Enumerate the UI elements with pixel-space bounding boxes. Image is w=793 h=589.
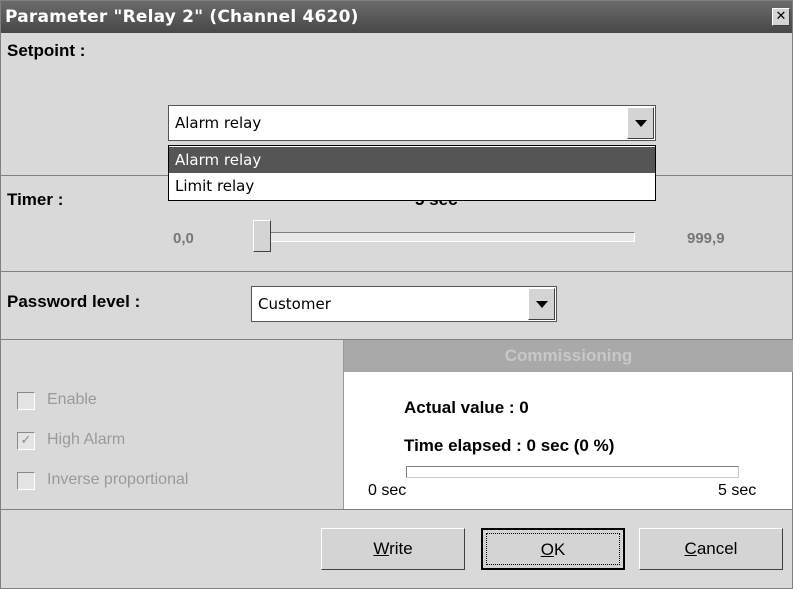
enable-checkbox[interactable] xyxy=(17,392,35,410)
password-level-select[interactable]: Customer xyxy=(251,286,557,322)
chevron-down-icon xyxy=(634,120,647,127)
setpoint-label: Setpoint : xyxy=(7,41,86,60)
timer-slider-thumb[interactable] xyxy=(253,220,271,252)
password-level-label: Password level : xyxy=(7,292,141,311)
setpoint-option-limit-relay[interactable]: Limit relay xyxy=(169,173,655,199)
cancel-mnemonic: C xyxy=(684,539,697,558)
enable-label: Enable xyxy=(47,391,97,408)
button-bar: Write OK Cancel xyxy=(1,509,792,588)
write-button[interactable]: Write xyxy=(321,528,465,570)
write-label-rest: rite xyxy=(389,539,413,558)
parameter-dialog: Parameter "Relay 2" (Channel 4620) ✕ Set… xyxy=(0,0,793,589)
high-alarm-checkbox[interactable]: ✓ xyxy=(17,432,35,450)
setpoint-dropdown-button[interactable] xyxy=(627,107,654,139)
setpoint-option-alarm-relay[interactable]: Alarm relay xyxy=(169,147,655,173)
high-alarm-label: High Alarm xyxy=(47,431,126,448)
ok-button[interactable]: OK xyxy=(481,528,625,570)
time-elapsed-text: Time elapsed : 0 sec (0 %) xyxy=(404,436,615,455)
progress-end-label: 5 sec xyxy=(718,482,757,499)
timer-min-label: 0,0 xyxy=(173,230,194,247)
setpoint-dropdown-list: Alarm relay Limit relay xyxy=(168,145,656,201)
commissioning-panel: Commissioning Actual value : 0 Time elap… xyxy=(343,340,793,509)
setpoint-selected-value: Alarm relay xyxy=(175,114,262,132)
password-section: Password level : Customer xyxy=(1,271,792,339)
inverse-label: Inverse proportional xyxy=(47,471,189,488)
write-mnemonic: W xyxy=(373,539,390,558)
cancel-label-rest: ancel xyxy=(696,539,738,558)
window-title: Parameter "Relay 2" (Channel 4620) xyxy=(5,7,359,27)
actual-value-text: Actual value : 0 xyxy=(404,398,529,417)
ok-mnemonic: O xyxy=(540,540,554,559)
elapsed-progress-bar xyxy=(406,466,739,478)
setpoint-select[interactable]: Alarm relay xyxy=(168,105,656,141)
inverse-checkbox[interactable] xyxy=(17,472,35,490)
progress-start-label: 0 sec xyxy=(368,482,407,499)
timer-max-label: 999,9 xyxy=(687,230,725,247)
close-icon[interactable]: ✕ xyxy=(772,8,790,26)
title-bar[interactable]: Parameter "Relay 2" (Channel 4620) ✕ xyxy=(1,1,792,33)
timer-label: Timer : xyxy=(7,190,64,209)
ok-label-rest: K xyxy=(553,540,566,559)
password-level-value: Customer xyxy=(258,295,331,313)
commissioning-header: Commissioning xyxy=(344,340,793,372)
password-dropdown-button[interactable] xyxy=(528,288,555,320)
cancel-button[interactable]: Cancel xyxy=(639,528,783,570)
options-section: Enable ✓ High Alarm Inverse proportional… xyxy=(1,339,793,509)
chevron-down-icon xyxy=(535,301,548,308)
timer-slider-track[interactable] xyxy=(253,232,635,242)
